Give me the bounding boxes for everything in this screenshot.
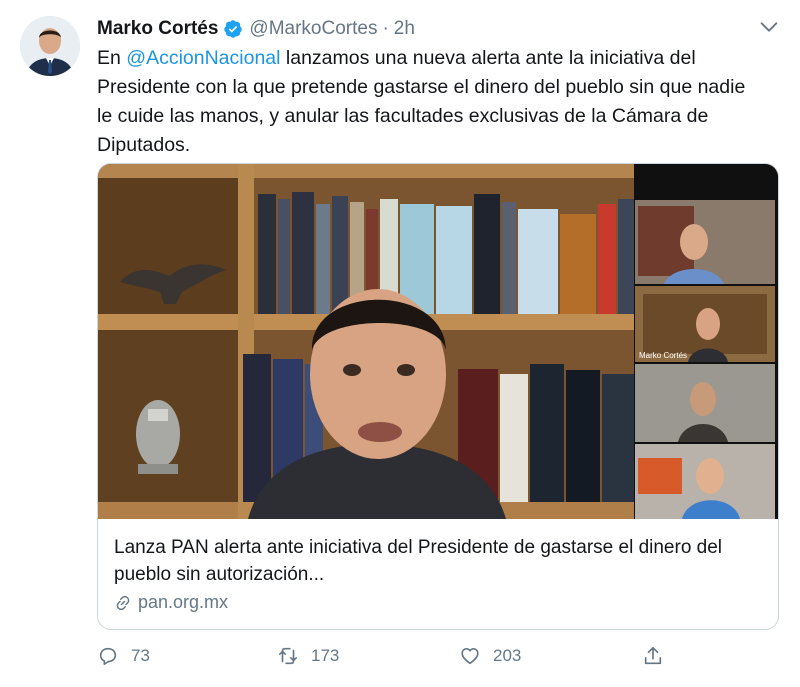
share-icon <box>644 646 662 665</box>
card-title[interactable]: Lanza PAN alerta ante iniciativa del Pre… <box>114 534 764 588</box>
chevron-down-icon[interactable] <box>758 16 780 38</box>
verified-badge-icon <box>224 20 243 38</box>
tweet-text: En @AccionNacional lanzamos una nueva al… <box>97 44 747 160</box>
reply-icon <box>99 647 117 666</box>
card-domain[interactable]: pan.org.mx <box>114 592 228 613</box>
mention-link[interactable]: @AccionNacional <box>126 47 280 69</box>
video-thumbnail[interactable]: Marko Cortés <box>98 164 779 519</box>
like-count: 203 <box>493 646 522 665</box>
like-button[interactable]: 203 <box>459 645 521 667</box>
avatar-image <box>20 16 80 76</box>
separator-dot: · <box>382 18 389 39</box>
link-icon <box>116 595 130 610</box>
timestamp[interactable]: 2h <box>394 18 415 40</box>
retweet-icon <box>278 647 298 665</box>
tweet-header: Marko Cortés @MarkoCortes · 2h <box>97 16 415 42</box>
tweet: Marko Cortés @MarkoCortes · 2h En @Accio… <box>0 0 800 687</box>
share-button[interactable] <box>642 645 676 667</box>
handle[interactable]: @MarkoCortes <box>249 18 377 40</box>
display-name[interactable]: Marko Cortés <box>97 18 218 40</box>
retweet-button[interactable]: 173 <box>277 645 339 667</box>
reply-count: 73 <box>131 646 150 665</box>
tweet-text-prefix: En <box>97 47 127 69</box>
heart-icon <box>461 648 479 665</box>
action-bar: 73 173 203 <box>97 645 677 673</box>
avatar[interactable] <box>20 16 80 76</box>
retweet-count: 173 <box>311 646 340 665</box>
card-domain-text: pan.org.mx <box>138 592 229 612</box>
reply-button[interactable]: 73 <box>97 645 150 667</box>
link-card[interactable]: Marko Cortés Lanza PAN alerta ante inici… <box>97 163 779 630</box>
video-participant-label: Marko Cortés <box>639 351 687 360</box>
